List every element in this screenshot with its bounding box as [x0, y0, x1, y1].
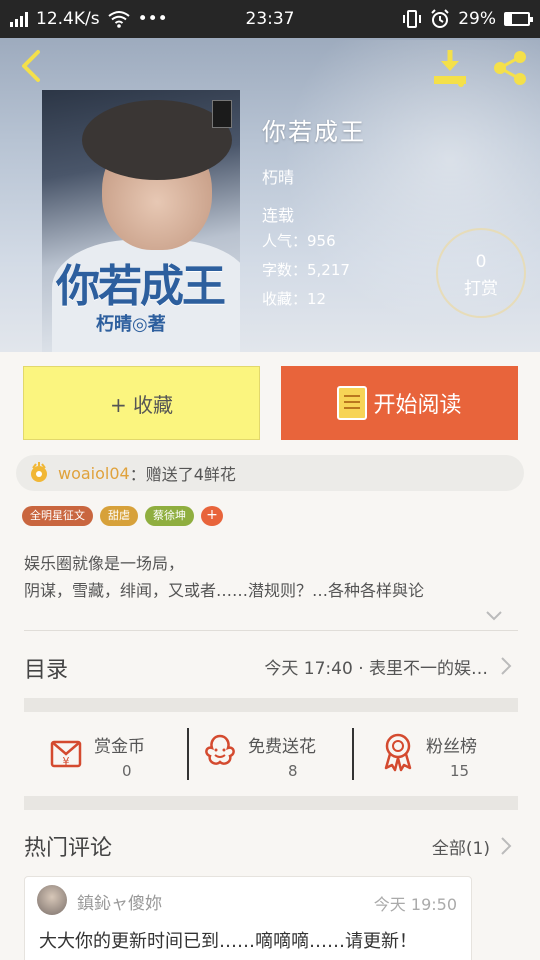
- alarm-icon: [431, 9, 449, 28]
- chevron-right-icon: [501, 657, 512, 675]
- stat-value: 0: [122, 762, 132, 780]
- section-separator: [24, 698, 518, 712]
- latest-chapter: 今天 17:40 · 表里不一的娱…: [264, 659, 488, 679]
- cover-badge: [212, 100, 232, 128]
- tag[interactable]: 甜虐: [100, 506, 138, 526]
- section-separator: [24, 796, 518, 810]
- start-reading-button[interactable]: 开始阅读: [281, 366, 518, 440]
- stats-row: ¥ 赏金币 0 免费送花 8 粉丝榜 15: [24, 724, 518, 798]
- stat-value: 15: [450, 762, 470, 780]
- medal-icon: [384, 733, 412, 772]
- comment-card[interactable]: 鎮鈊ャ傻妳 今天 19:50 大大你的更新时间已到……嘀嘀嘀……请更新！: [24, 876, 472, 960]
- svg-text:¥: ¥: [63, 755, 70, 768]
- tag-list: 全明星征文 甜虐 蔡徐坤 +: [22, 506, 223, 526]
- description-line: 娱乐圈就像是一场局，: [24, 554, 185, 573]
- expand-chevron-icon[interactable]: [484, 609, 504, 623]
- tip-label: 打赏: [464, 279, 498, 299]
- tip-button[interactable]: 0 打赏: [436, 228, 526, 318]
- gift-text: ：赠送了4鲜花: [129, 465, 236, 484]
- coin-envelope-icon: ¥: [50, 740, 82, 768]
- download-icon[interactable]: [428, 46, 472, 90]
- comment-username[interactable]: 鎮鈊ャ傻妳: [77, 889, 162, 914]
- flower-icon: [205, 734, 235, 765]
- book-title: 你若成王: [262, 118, 366, 146]
- add-tag-button[interactable]: +: [201, 506, 223, 526]
- stat-value: 8: [288, 762, 298, 780]
- share-icon[interactable]: [490, 48, 530, 88]
- word-count-stat: 字数：5,217: [262, 261, 350, 279]
- hot-comments-header: 热门评论 全部(1): [24, 826, 518, 866]
- back-arrow-icon[interactable]: [14, 46, 50, 86]
- gift-user[interactable]: woaiol04: [58, 464, 130, 483]
- stat-label: 赏金币: [94, 737, 145, 757]
- section-title: 热门评论: [24, 836, 113, 861]
- battery-percent: 29%: [458, 9, 496, 29]
- chevron-right-icon[interactable]: [500, 836, 512, 856]
- cover-title: 你若成王: [56, 261, 226, 312]
- favorites-stat: 收藏：12: [262, 290, 327, 308]
- tag[interactable]: 蔡徐坤: [145, 506, 194, 526]
- coin-reward-button[interactable]: ¥ 赏金币 0: [44, 724, 184, 798]
- add-to-favorites-button[interactable]: + 收藏: [23, 366, 260, 440]
- tag[interactable]: 全明星征文: [22, 506, 93, 526]
- tip-count: 0: [475, 252, 487, 272]
- divider: [187, 728, 189, 780]
- stat-label: 粉丝榜: [426, 737, 477, 757]
- popularity-stat: 人气：956: [262, 232, 336, 250]
- toc-label: 目录: [24, 658, 69, 683]
- avatar[interactable]: [37, 885, 67, 915]
- divider: [24, 630, 518, 631]
- comment-text: 大大你的更新时间已到……嘀嘀嘀……请更新！: [39, 931, 417, 952]
- book-description[interactable]: 娱乐圈就像是一场局， 阴谋，雪藏，绯闻，又或者……潜规则？…各种各样與论: [24, 550, 518, 604]
- favorite-label: + 收藏: [109, 392, 174, 417]
- book-icon: [337, 386, 368, 420]
- book-status: 连载: [262, 206, 295, 225]
- description-line: 阴谋，雪藏，绯闻，又或者……潜规则？…各种各样與论: [24, 581, 425, 600]
- free-flower-button[interactable]: 免费送花 8: [202, 724, 352, 798]
- cover-author: 朽晴◎著: [96, 314, 166, 335]
- cover-figure-hair: [82, 100, 232, 180]
- book-author[interactable]: 朽晴: [262, 164, 294, 188]
- gift-feed: woaiol04 ：赠送了4鲜花: [16, 455, 524, 491]
- all-comments-link[interactable]: 全部(1): [432, 834, 490, 859]
- battery-icon: [504, 12, 533, 26]
- fan-ranking-button[interactable]: 粉丝榜 15: [380, 724, 518, 798]
- stat-label: 免费送花: [248, 737, 316, 757]
- vibrate-icon: [403, 10, 422, 28]
- status-bar: 12.4K/s ••• 23:37 29%: [0, 0, 540, 38]
- book-cover[interactable]: 你若成王 朽晴◎著: [42, 90, 240, 352]
- table-of-contents-row[interactable]: 目录 今天 17:40 · 表里不一的娱…: [24, 636, 518, 696]
- comment-time: 今天 19:50: [373, 895, 457, 914]
- read-label: 开始阅读: [373, 393, 462, 418]
- divider: [352, 728, 354, 780]
- gift-flower-icon: [31, 462, 47, 482]
- top-bar: [0, 38, 540, 98]
